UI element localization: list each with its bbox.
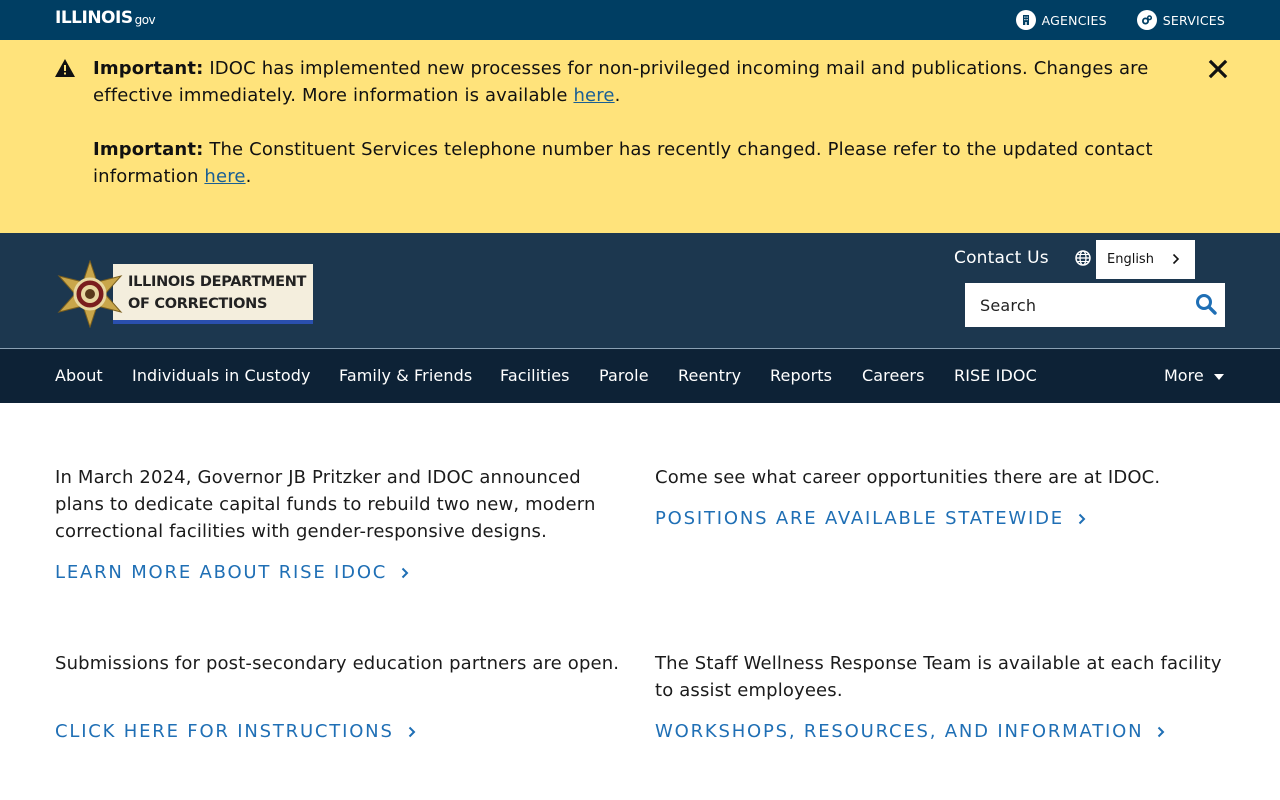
contact-us-link[interactable]: Contact Us bbox=[954, 248, 1049, 268]
search-input[interactable] bbox=[965, 283, 1187, 327]
illinois-gov-logo[interactable]: ILLINOIS gov bbox=[55, 8, 156, 28]
nav-item-careers[interactable]: Careers bbox=[862, 366, 925, 385]
chevron-right-icon bbox=[1172, 253, 1180, 265]
alert-message-mail: Important: IDOC has implemented new proc… bbox=[93, 55, 1203, 109]
caret-down-icon bbox=[1213, 374, 1224, 380]
nav-item-individuals-in-custody[interactable]: Individuals in Custody bbox=[132, 366, 311, 385]
alert-mail-text: IDOC has implemented new processes for n… bbox=[93, 58, 1149, 106]
logo-name-line1: ILLINOIS DEPARTMENT bbox=[128, 274, 307, 290]
logo-plate: ILLINOIS DEPARTMENT OF CORRECTIONS bbox=[113, 264, 313, 324]
instructions-link[interactable]: CLICK HERE FOR INSTRUCTIONS bbox=[55, 721, 416, 742]
alert-phone-strong: Important: bbox=[93, 139, 204, 160]
positions-statewide-link[interactable]: POSITIONS ARE AVAILABLE STATEWIDE bbox=[655, 508, 1086, 529]
nav-item-about[interactable]: About bbox=[55, 366, 103, 385]
logo-name: ILLINOIS DEPARTMENT OF CORRECTIONS bbox=[128, 271, 306, 315]
alert-mail-end: . bbox=[614, 85, 621, 106]
alert-message-phone: Important: The Constituent Services tele… bbox=[93, 136, 1203, 190]
logo-name-line2: OF CORRECTIONS bbox=[128, 296, 268, 312]
nav-item-reports[interactable]: Reports bbox=[770, 366, 832, 385]
workshops-resources-link[interactable]: WORKSHOPS, RESOURCES, AND INFORMATION bbox=[655, 721, 1165, 742]
alert-phone-link[interactable]: here bbox=[204, 166, 245, 187]
nav-item-family-friends[interactable]: Family & Friends bbox=[339, 366, 472, 385]
nav-item-parole[interactable]: Parole bbox=[599, 366, 649, 385]
nav-more-label: More bbox=[1164, 366, 1204, 385]
chevron-right-icon bbox=[408, 726, 416, 737]
alert-phone-end: . bbox=[245, 166, 252, 187]
close-alert-icon[interactable] bbox=[1208, 59, 1228, 79]
agencies-link[interactable]: AGENCIES bbox=[1015, 10, 1107, 30]
language-selector[interactable]: English bbox=[1096, 240, 1195, 279]
instructions-label: CLICK HERE FOR INSTRUCTIONS bbox=[55, 721, 394, 742]
staff-wellness-text: The Staff Wellness Response Team is avai… bbox=[655, 653, 1222, 701]
illinois-logo-text: ILLINOIS bbox=[55, 8, 133, 28]
main-nav: About Individuals in Custody Family & Fr… bbox=[0, 349, 1280, 403]
workshops-resources-label: WORKSHOPS, RESOURCES, AND INFORMATION bbox=[655, 721, 1144, 742]
badge-star-icon bbox=[57, 260, 123, 328]
globe-icon bbox=[1075, 250, 1091, 266]
state-topnav: AGENCIES SERVICES bbox=[986, 0, 1225, 40]
education-partners-text: Submissions for post-secondary education… bbox=[55, 653, 620, 674]
rise-idoc-text: In March 2024, Governor JB Pritzker and … bbox=[55, 467, 596, 542]
nav-item-rise-idoc[interactable]: RISE IDOC bbox=[954, 366, 1037, 385]
chevron-right-icon bbox=[1158, 726, 1165, 737]
learn-more-rise-link[interactable]: LEARN MORE ABOUT RISE IDOC bbox=[55, 562, 409, 583]
state-topbar: ILLINOIS gov AGENCIES SERVICES bbox=[0, 0, 1280, 40]
alert-phone-text: The Constituent Services telephone numbe… bbox=[93, 139, 1153, 187]
building-icon bbox=[1015, 10, 1036, 30]
search-box bbox=[965, 283, 1225, 327]
nav-item-reentry[interactable]: Reentry bbox=[678, 366, 741, 385]
chevron-right-icon bbox=[1078, 513, 1086, 524]
chevron-right-icon bbox=[401, 567, 409, 578]
nav-more-dropdown[interactable]: More bbox=[1164, 366, 1224, 385]
nav-item-facilities[interactable]: Facilities bbox=[500, 366, 570, 385]
alert-mail-link[interactable]: here bbox=[573, 85, 614, 106]
agencies-label: AGENCIES bbox=[1041, 12, 1107, 28]
careers-text: Come see what career opportunities there… bbox=[655, 467, 1161, 488]
learn-more-rise-label: LEARN MORE ABOUT RISE IDOC bbox=[55, 562, 388, 583]
warning-icon bbox=[55, 59, 75, 77]
language-label: English bbox=[1107, 252, 1154, 267]
idoc-logo[interactable]: ILLINOIS DEPARTMENT OF CORRECTIONS bbox=[55, 260, 313, 328]
search-icon[interactable] bbox=[1195, 293, 1217, 315]
services-link[interactable]: SERVICES bbox=[1136, 10, 1225, 30]
positions-statewide-label: POSITIONS ARE AVAILABLE STATEWIDE bbox=[655, 508, 1064, 529]
services-label: SERVICES bbox=[1162, 12, 1225, 28]
alert-mail-strong: Important: bbox=[93, 58, 204, 79]
gears-icon bbox=[1136, 10, 1157, 30]
illinois-logo-suffix: gov bbox=[134, 13, 156, 27]
